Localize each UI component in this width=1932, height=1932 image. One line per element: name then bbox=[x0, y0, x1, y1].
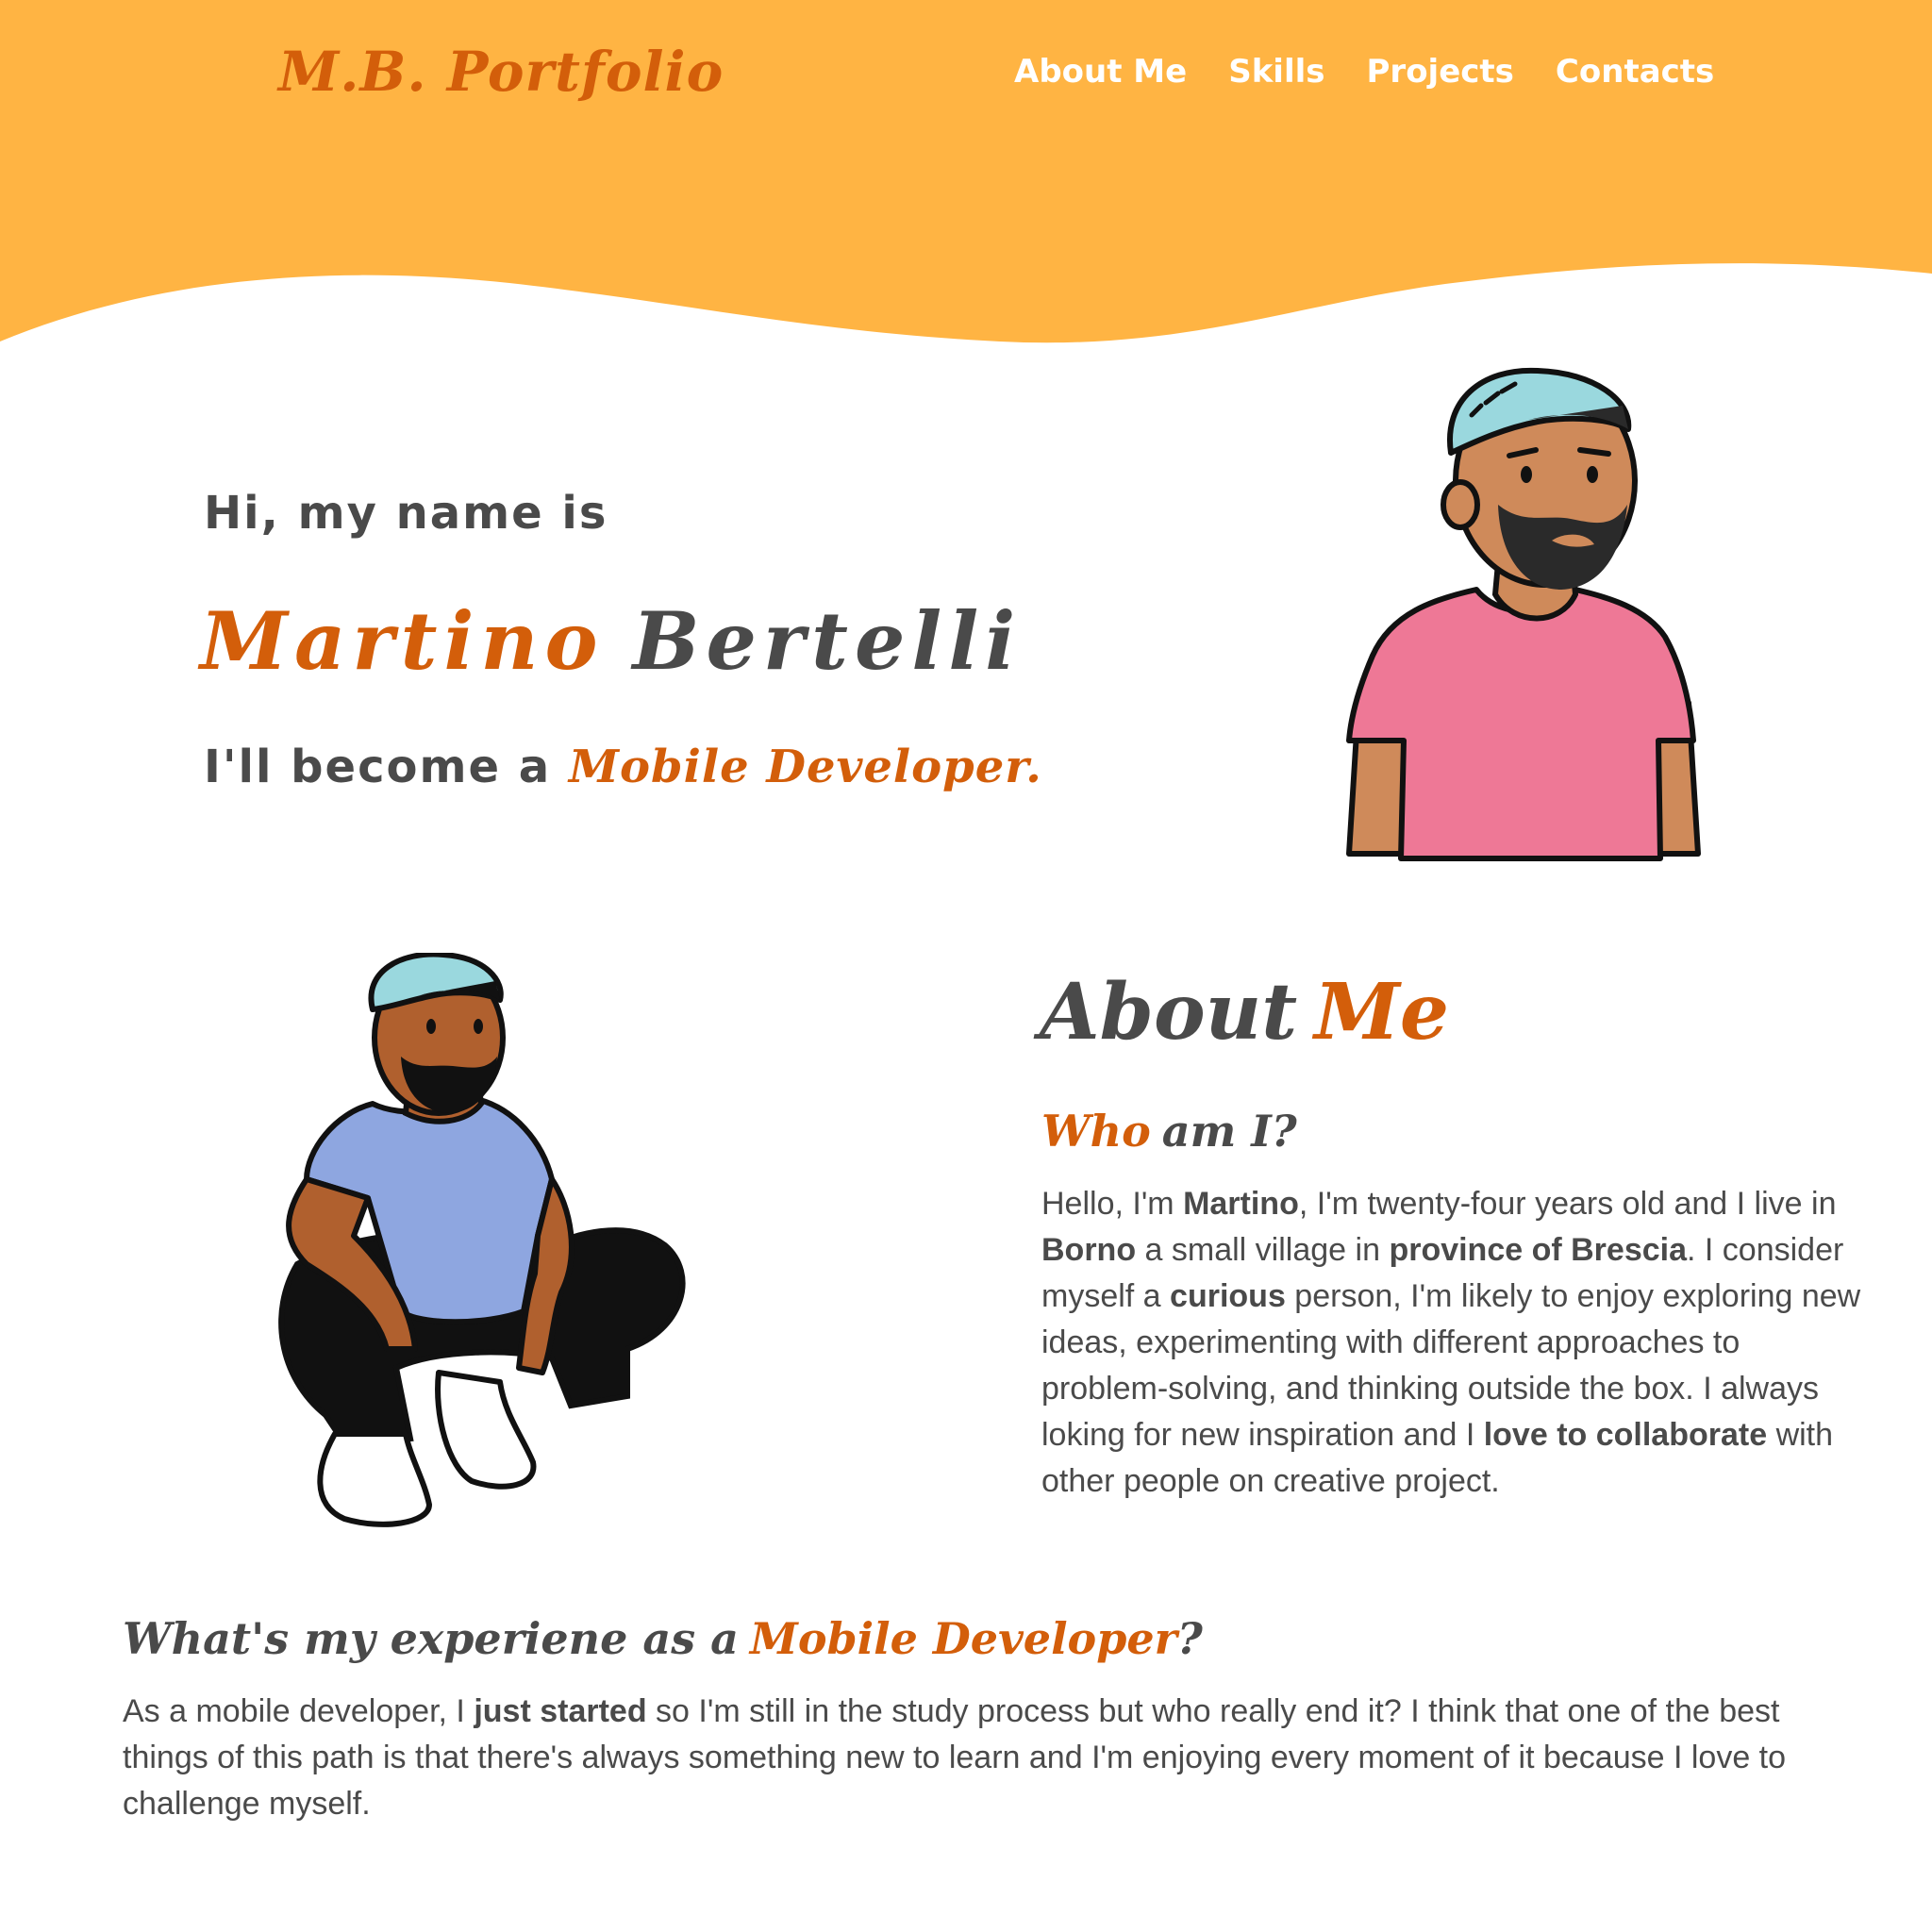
site-logo[interactable]: M.B. Portfolio bbox=[278, 40, 724, 104]
experience-title-part3: ? bbox=[1176, 1613, 1203, 1664]
experience-text-part: As a mobile developer, I bbox=[123, 1693, 475, 1729]
experience-text: As a mobile developer, I just started so… bbox=[123, 1689, 1840, 1827]
person-standing-illustration bbox=[1346, 367, 1701, 861]
bio-text: , I'm twenty-four years old and I live i… bbox=[1298, 1186, 1837, 1222]
experience-title-part2: Mobile Developer bbox=[749, 1613, 1177, 1664]
hero-tagline: I'll become a Mobile Developer. bbox=[204, 741, 1042, 793]
bio-text: a small village in bbox=[1136, 1232, 1390, 1268]
who-title-part2: am I? bbox=[1161, 1106, 1297, 1157]
hero-greeting: Hi, my name is bbox=[204, 487, 608, 540]
hero-tagline-role: Mobile Developer. bbox=[568, 741, 1042, 793]
about-title-part1: About bbox=[1040, 967, 1298, 1058]
who-am-i-title: Who am I? bbox=[1041, 1106, 1297, 1157]
nav-link-contacts[interactable]: Contacts bbox=[1556, 53, 1714, 91]
nav-link-about-me[interactable]: About Me bbox=[1014, 53, 1187, 91]
bio-bold: province of Brescia bbox=[1389, 1232, 1687, 1268]
experience-title: What's my experiene as a Mobile Developer… bbox=[123, 1613, 1203, 1664]
experience-title-part1: What's my experiene as a bbox=[123, 1613, 739, 1664]
nav-link-projects[interactable]: Projects bbox=[1367, 53, 1514, 91]
bio-bold: curious bbox=[1170, 1278, 1286, 1314]
about-title-part2: Me bbox=[1314, 967, 1450, 1058]
hero-name: Martino Bertelli bbox=[200, 594, 1022, 688]
experience-text-bold: just started bbox=[474, 1693, 647, 1729]
hero-tagline-prefix: I'll become a bbox=[204, 741, 552, 793]
bio-bold: Martino bbox=[1183, 1186, 1299, 1222]
person-crouching-illustration bbox=[278, 953, 686, 1527]
main-nav: About Me Skills Projects Contacts bbox=[1014, 53, 1714, 91]
bio-text: Hello, I'm bbox=[1041, 1186, 1184, 1222]
bio-bold: love to collaborate bbox=[1483, 1417, 1768, 1453]
who-title-part1: Who bbox=[1041, 1106, 1151, 1157]
hero-last-name: Bertelli bbox=[632, 594, 1023, 688]
hero-first-name: Martino bbox=[200, 594, 605, 688]
about-title: About Me bbox=[1040, 967, 1449, 1058]
about-bio: Hello, I'm Martino, I'm twenty-four year… bbox=[1041, 1181, 1872, 1505]
nav-link-skills[interactable]: Skills bbox=[1228, 53, 1324, 91]
bio-bold: Borno bbox=[1041, 1232, 1137, 1268]
